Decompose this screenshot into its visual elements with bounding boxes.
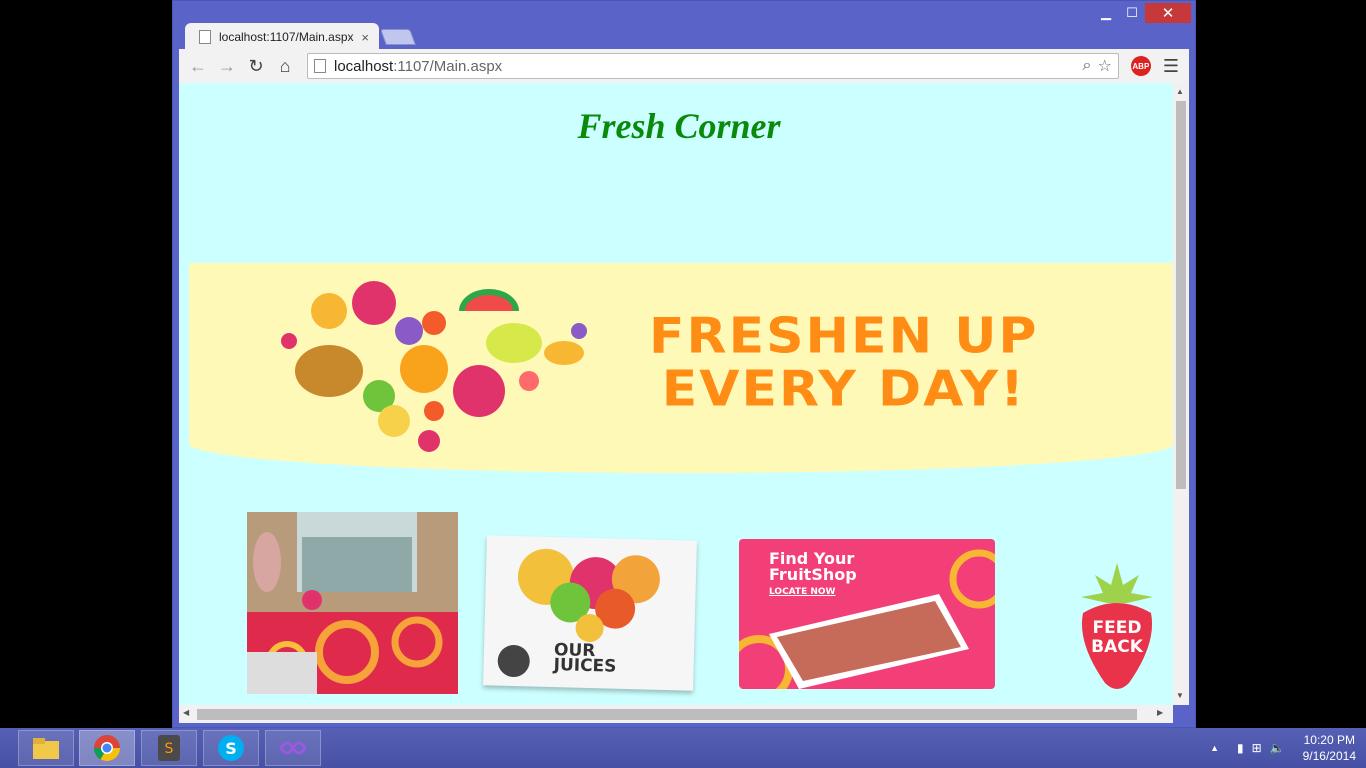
- home-icon[interactable]: ⌂: [272, 53, 298, 79]
- skype-icon[interactable]: S: [203, 730, 259, 766]
- adblock-icon[interactable]: ABP: [1130, 56, 1151, 76]
- menu-icon[interactable]: ☰: [1163, 56, 1179, 77]
- scroll-left-icon[interactable]: ◀: [183, 708, 189, 717]
- scroll-up-icon[interactable]: ▲: [1176, 87, 1184, 96]
- clock[interactable]: 10:20 PM 9/16/2014: [1303, 732, 1356, 764]
- our-juices-label: OUR JUICES: [553, 640, 617, 677]
- horizontal-scroll-thumb[interactable]: [197, 709, 1137, 720]
- horizontal-scrollbar[interactable]: ◀ ▶: [179, 705, 1173, 723]
- juices-line-2: JUICES: [553, 655, 617, 677]
- locate-now-label: LOCATE NOW: [769, 587, 836, 597]
- back-icon[interactable]: ←: [185, 53, 211, 79]
- page-icon: [314, 59, 326, 73]
- fruit-heart-image: [281, 281, 587, 452]
- clock-time: 10:20 PM: [1303, 733, 1355, 747]
- desktop: ▁ ☐ ✕ localhost:1107/Main.aspx × ← → ↻ ⌂…: [0, 0, 1366, 728]
- system-tray: ▲ ▮ ⊞ 🔈 10:20 PM 9/16/2014: [1210, 728, 1356, 768]
- feedback-link[interactable]: FEED BACK: [1077, 563, 1157, 693]
- new-tab-button[interactable]: [380, 29, 416, 45]
- vertical-scrollbar[interactable]: ▲ ▼: [1173, 83, 1189, 705]
- find-fruitshop-link[interactable]: Find Your FruitShop LOCATE NOW: [739, 539, 995, 689]
- banner-slogan: FRESHEN UP EVERY DAY!: [649, 310, 1039, 416]
- banner-line-1: FRESHEN UP: [649, 307, 1039, 365]
- page-icon: [199, 30, 211, 44]
- banner-line-2: EVERY DAY!: [661, 361, 1026, 419]
- clock-date: 9/16/2014: [1302, 749, 1356, 763]
- find-line-2: FruitShop: [769, 565, 857, 584]
- file-explorer-icon[interactable]: [18, 730, 74, 766]
- chrome-icon[interactable]: [79, 730, 135, 766]
- show-hidden-icons[interactable]: ▲: [1210, 743, 1219, 753]
- forward-icon[interactable]: →: [214, 53, 240, 79]
- browser-window: ▁ ☐ ✕ localhost:1107/Main.aspx × ← → ↻ ⌂…: [172, 0, 1196, 728]
- taskbar: S S ▲ ▮ ⊞ 🔈 10:20 PM 9/16/2014: [0, 728, 1366, 768]
- feedback-line-1: FEED: [1092, 618, 1142, 638]
- zoom-icon[interactable]: ⌕: [1083, 57, 1092, 75]
- tab-close-icon[interactable]: ×: [361, 30, 369, 45]
- tab-main[interactable]: localhost:1107/Main.aspx ×: [185, 23, 379, 51]
- vertical-scroll-thumb[interactable]: [1176, 101, 1186, 489]
- address-bar[interactable]: localhost:1107/Main.aspx ⌕ ☆: [307, 53, 1119, 79]
- scroll-down-icon[interactable]: ▼: [1176, 691, 1184, 700]
- tab-title: localhost:1107/Main.aspx: [219, 30, 354, 44]
- our-juices-link[interactable]: OUR JUICES: [483, 535, 697, 691]
- volume-icon[interactable]: 🔈: [1270, 741, 1285, 755]
- feedback-label: FEED BACK: [1087, 619, 1147, 657]
- shop-photo-link[interactable]: [247, 512, 458, 694]
- svg-text:S: S: [165, 741, 174, 757]
- bookmark-star-icon[interactable]: ☆: [1098, 56, 1112, 76]
- battery-icon[interactable]: ▮: [1237, 741, 1244, 755]
- url-text[interactable]: localhost:1107/Main.aspx: [334, 58, 1077, 75]
- page-viewport: Fresh Corner FRESHEN UP EVERY DAY! OUR J…: [179, 83, 1173, 705]
- browser-toolbar: ← → ↻ ⌂ localhost:1107/Main.aspx ⌕ ☆ ABP…: [179, 49, 1189, 83]
- site-title: Fresh Corner: [577, 106, 781, 146]
- freshen-up-banner: FRESHEN UP EVERY DAY!: [189, 263, 1173, 473]
- url-path: :1107/Main.aspx: [393, 57, 503, 75]
- visual-studio-icon[interactable]: [265, 730, 321, 766]
- find-fruitshop-title: Find Your FruitShop: [769, 551, 857, 583]
- network-icon[interactable]: ⊞: [1252, 741, 1262, 755]
- svg-text:S: S: [225, 739, 237, 758]
- reload-icon[interactable]: ↻: [243, 53, 269, 79]
- sublime-text-icon[interactable]: S: [141, 730, 197, 766]
- url-host: localhost: [334, 57, 394, 75]
- shop-photo: [247, 512, 458, 694]
- feedback-line-2: BACK: [1091, 637, 1143, 657]
- tab-strip: localhost:1107/Main.aspx ×: [173, 17, 1195, 51]
- scroll-right-icon[interactable]: ▶: [1157, 708, 1163, 717]
